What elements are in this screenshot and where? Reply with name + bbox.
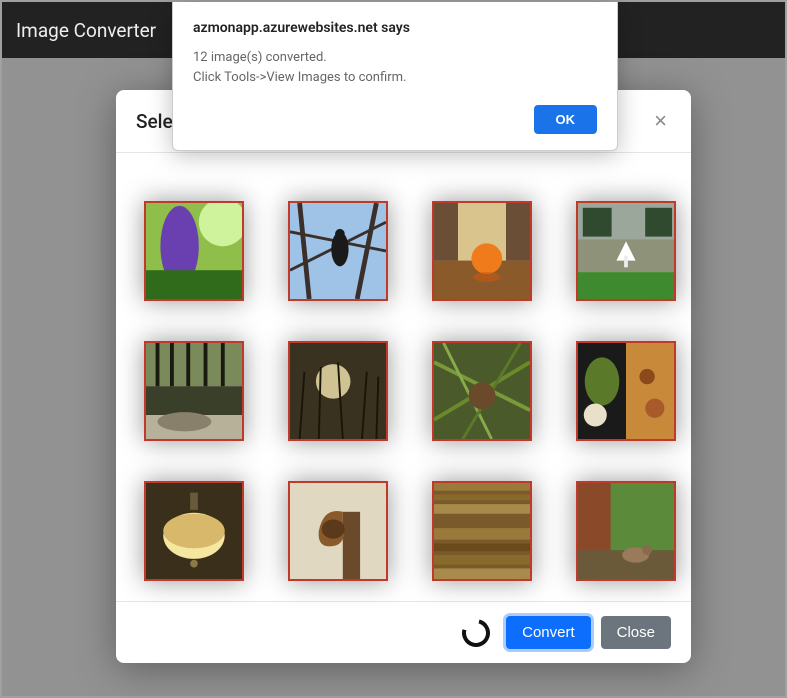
spinner-icon — [457, 613, 495, 651]
alert-line2: Click Tools->View Images to confirm. — [193, 70, 406, 85]
thumbnail-grass-closeup[interactable] — [432, 341, 532, 441]
thumbnail-fountain[interactable] — [576, 201, 676, 301]
js-alert: azmonapp.azurewebsites.net says 12 image… — [172, 2, 618, 151]
thumbnail-forest-stream[interactable] — [144, 341, 244, 441]
alert-line1: 12 image(s) converted. — [193, 50, 327, 65]
thumbnail-grid — [144, 201, 663, 581]
close-button[interactable]: Close — [601, 616, 671, 649]
thumbnail-squirrel[interactable] — [576, 481, 676, 581]
app-title: Image Converter — [16, 19, 156, 42]
convert-button[interactable]: Convert — [506, 616, 591, 649]
modal-title: Sele — [136, 110, 173, 133]
alert-message: 12 image(s) converted. Click Tools->View… — [193, 48, 597, 87]
thumbnail-flower[interactable] — [144, 201, 244, 301]
modal-footer: Convert Close — [116, 601, 691, 663]
alert-actions: OK — [193, 105, 597, 134]
modal-body — [116, 153, 691, 601]
modal-close-button[interactable]: × — [650, 106, 671, 136]
thumbnail-banister[interactable] — [288, 481, 388, 581]
alert-origin: azmonapp.azurewebsites.net says — [193, 20, 597, 36]
thumbnail-orange[interactable] — [432, 201, 532, 301]
alert-ok-button[interactable]: OK — [534, 105, 598, 134]
modal-dialog: Sele × — [116, 90, 691, 663]
thumbnail-sunset-grass[interactable] — [288, 341, 388, 441]
thumbnail-bird-tree[interactable] — [288, 201, 388, 301]
thumbnail-books[interactable] — [432, 481, 532, 581]
thumbnail-lamp[interactable] — [144, 481, 244, 581]
thumbnail-food-plate[interactable] — [576, 341, 676, 441]
